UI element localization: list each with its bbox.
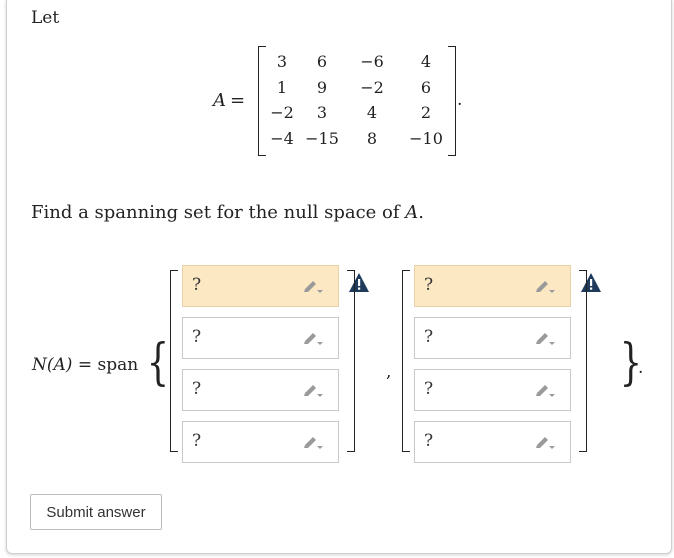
label-rest: = span — [72, 355, 139, 375]
matrix-label: A = — [213, 90, 245, 111]
open-brace: { — [146, 333, 170, 391]
vector-right-bracket — [579, 270, 587, 452]
matrix-grid: 3 6 −6 4 1 9 −2 6 −2 3 4 2 −4 −15 8 −10 — [268, 49, 456, 151]
matrix-period: . — [457, 90, 463, 110]
matrix-cell: −10 — [409, 128, 443, 148]
input-placeholder: ? — [424, 327, 434, 347]
matrix-cell: 1 — [276, 77, 288, 97]
pencil-icon[interactable] — [534, 279, 556, 295]
answer-input-1-2[interactable]: ? — [182, 317, 339, 359]
pencil-icon[interactable] — [302, 383, 324, 399]
input-placeholder: ? — [192, 431, 202, 451]
vector-left-bracket — [402, 270, 410, 452]
matrix-cell: 3 — [276, 52, 288, 71]
task-text: Find a spanning set for the null space o… — [31, 202, 424, 223]
matrix-cell: 6 — [316, 52, 328, 71]
answer-input-2-4[interactable]: ? — [414, 421, 571, 463]
input-placeholder: ? — [192, 379, 202, 399]
intro-text: Let — [31, 8, 60, 28]
label-arg: (A) — [46, 355, 73, 375]
pencil-icon[interactable] — [302, 331, 324, 347]
matrix-cell: 2 — [420, 103, 432, 122]
equals-sign: = — [230, 90, 246, 111]
matrix-cell: −6 — [360, 52, 384, 71]
input-placeholder: ? — [192, 327, 202, 347]
input-placeholder: ? — [424, 379, 434, 399]
vector-2: ? ? ? ? — [402, 265, 601, 463]
pencil-icon[interactable] — [302, 279, 324, 295]
answer-input-2-3[interactable]: ? — [414, 369, 571, 411]
matrix-cell: 4 — [420, 52, 432, 71]
pencil-icon[interactable] — [302, 435, 324, 451]
matrix-cell: 9 — [316, 77, 328, 97]
matrix-cell: 3 — [316, 103, 328, 122]
matrix-cell: −15 — [305, 128, 339, 148]
answer-input-1-3[interactable]: ? — [182, 369, 339, 411]
task-suffix: . — [418, 202, 424, 223]
vector-right-bracket — [347, 270, 355, 452]
input-placeholder: ? — [192, 275, 202, 295]
vector-left-bracket — [170, 270, 178, 452]
input-placeholder: ? — [424, 431, 434, 451]
matrix-left-bracket — [258, 46, 266, 156]
matrix-cell: −2 — [270, 103, 294, 122]
answer-input-2-2[interactable]: ? — [414, 317, 571, 359]
task-var: A — [405, 202, 419, 223]
pencil-icon[interactable] — [534, 435, 556, 451]
answer-input-1-4[interactable]: ? — [182, 421, 339, 463]
matrix-a: 3 6 −6 4 1 9 −2 6 −2 3 4 2 −4 −15 8 −10 — [258, 46, 456, 156]
matrix-cell: −4 — [270, 128, 294, 148]
null-space-label: N(A) = span — [32, 355, 138, 375]
input-placeholder: ? — [424, 275, 434, 295]
matrix-name: A — [213, 90, 226, 111]
vector-separator: , — [386, 362, 392, 382]
answer-input-2-1[interactable]: ? — [414, 265, 571, 307]
vector-1: ? ? ? ? — [170, 265, 369, 463]
submit-answer-button[interactable]: Submit answer — [30, 494, 162, 530]
task-prefix: Find a spanning set for the null space o… — [31, 202, 406, 223]
label-fn: N — [32, 355, 47, 375]
matrix-cell: 4 — [366, 103, 378, 122]
matrix-right-bracket — [448, 46, 456, 156]
answer-input-1-1[interactable]: ? — [182, 265, 339, 307]
matrix-cell: −2 — [360, 77, 384, 97]
matrix-cell: 8 — [366, 128, 378, 148]
closing-period: . — [638, 358, 644, 378]
matrix-cell: 6 — [420, 77, 432, 97]
pencil-icon[interactable] — [534, 383, 556, 399]
pencil-icon[interactable] — [534, 331, 556, 347]
